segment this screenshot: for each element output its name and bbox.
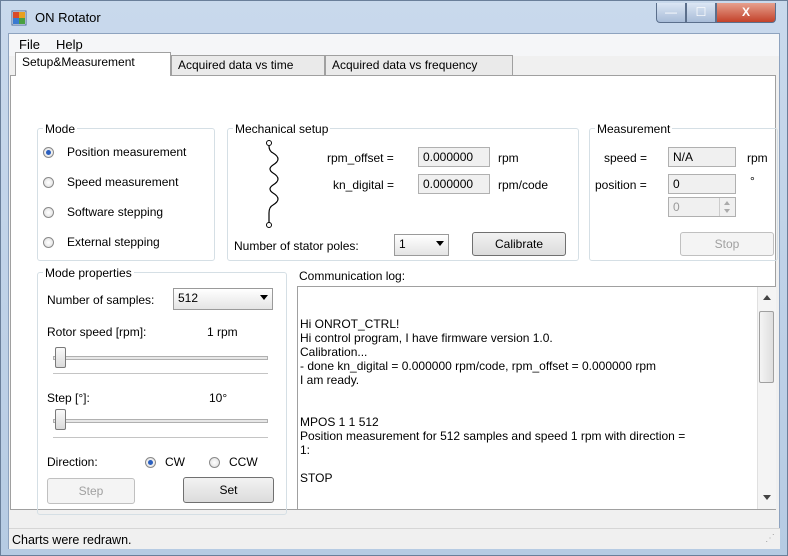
app-icon (11, 10, 27, 26)
spinner-down-icon[interactable] (724, 209, 730, 213)
log-line: Hi ONROT_CTRL! (300, 317, 400, 331)
maximize-button[interactable]: ☐ (686, 3, 716, 23)
spinner-up-icon[interactable] (724, 201, 730, 205)
status-bar: Charts were redrawn. ⋰ (9, 528, 780, 549)
tab-setup-measurement[interactable]: Setup&Measurement (15, 52, 171, 76)
window-title: ON Rotator (35, 10, 101, 25)
speed-field[interactable]: N/A (668, 147, 736, 167)
step-ticks (53, 437, 268, 438)
log-title: Communication log: (299, 269, 406, 283)
kn-digital-label: kn_digital = (333, 178, 395, 192)
stator-poles-label: Number of stator poles: (234, 239, 359, 253)
log-line: Hi control program, I have firmware vers… (300, 331, 553, 345)
radio-label: CCW (229, 455, 258, 469)
kn-digital-unit: rpm/code (498, 178, 549, 192)
radio-label: Software stepping (67, 205, 164, 219)
log-line: STOP (300, 471, 333, 485)
rpm-offset-field[interactable]: 0.000000 (418, 147, 490, 167)
scroll-up-icon[interactable] (763, 295, 771, 300)
step-button[interactable]: Step (47, 478, 135, 504)
rotor-speed-ticks (53, 373, 268, 374)
minimize-button[interactable]: — (656, 3, 686, 23)
set-button[interactable]: Set (183, 477, 274, 503)
radio-label: CW (165, 455, 185, 469)
samples-label: Number of samples: (47, 293, 155, 307)
radio-button[interactable] (43, 207, 54, 218)
tab-acquired-time[interactable]: Acquired data vs time (171, 55, 325, 75)
log-scrollbar[interactable] (757, 287, 776, 509)
log-line: MPOS 1 1 512 (300, 415, 379, 429)
samples-value: 512 (178, 291, 199, 305)
title-bar[interactable]: ON Rotator — ☐ X (1, 1, 787, 33)
radio-button[interactable] (145, 457, 156, 468)
log-line: I am ready. (300, 373, 360, 387)
spinner-arrows[interactable] (719, 198, 736, 216)
step-track[interactable] (53, 419, 268, 423)
step-slider[interactable] (55, 409, 66, 430)
stop-button[interactable]: Stop (680, 232, 774, 256)
samples-dropdown[interactable]: 512 (173, 288, 273, 310)
radio-button[interactable] (43, 237, 54, 248)
menu-file[interactable]: File (19, 37, 40, 52)
speed-label: speed = (604, 151, 648, 165)
tab-acquired-frequency[interactable]: Acquired data vs frequency (325, 55, 513, 75)
rpm-offset-unit: rpm (498, 151, 519, 165)
app-window: ON Rotator — ☐ X File Help Setup&Measure… (0, 0, 788, 556)
radio-button[interactable] (209, 457, 220, 468)
direction-label: Direction: (47, 455, 98, 469)
radio-label: Position measurement (67, 145, 187, 159)
scroll-thumb[interactable] (759, 311, 774, 383)
chevron-down-icon (260, 295, 268, 300)
menu-help[interactable]: Help (56, 37, 83, 52)
mode-properties-title: Mode properties (43, 266, 134, 280)
log-line: Calibration... (300, 345, 368, 359)
chevron-down-icon (436, 241, 444, 246)
rotor-speed-track[interactable] (53, 356, 268, 360)
radio-button[interactable] (43, 147, 54, 158)
position-unit: ° (750, 174, 755, 188)
position-label: position = (595, 178, 647, 192)
position-field[interactable]: 0 (668, 174, 736, 194)
speed-unit: rpm (747, 151, 768, 165)
kn-digital-field[interactable]: 0.000000 (418, 174, 490, 194)
measurement-group-title: Measurement (595, 122, 673, 136)
communication-log[interactable]: Hi ONROT_CTRL! Hi control program, I hav… (297, 286, 776, 510)
step-value: 10° (209, 391, 228, 405)
log-content: Hi ONROT_CTRL! Hi control program, I hav… (300, 317, 685, 485)
radio-label: Speed measurement (67, 175, 179, 189)
status-text: Charts were redrawn. (12, 533, 132, 547)
scroll-down-icon[interactable] (763, 495, 771, 500)
mode-group-title: Mode (43, 122, 78, 136)
radio-label: External stepping (67, 235, 160, 249)
stator-poles-value: 1 (399, 237, 406, 251)
rotor-speed-value: 1 rpm (207, 325, 238, 339)
mechanical-group-title: Mechanical setup (233, 122, 331, 136)
stator-poles-dropdown[interactable]: 1 (394, 234, 449, 256)
log-line: Position measurement for 512 samples and… (300, 429, 686, 443)
radio-button[interactable] (43, 177, 54, 188)
rotor-speed-label: Rotor speed [rpm]: (47, 325, 147, 339)
coil-diagram-icon (266, 140, 279, 228)
log-line: - done kn_digital = 0.000000 rpm/code, r… (300, 359, 657, 373)
rpm-offset-label: rpm_offset = (327, 151, 394, 165)
log-line: 1: (300, 443, 311, 457)
close-button[interactable]: X (716, 3, 776, 23)
rotor-speed-slider[interactable] (55, 347, 66, 368)
resize-grip-icon[interactable]: ⋰ (765, 533, 775, 544)
step-label: Step [°]: (47, 391, 90, 405)
calibrate-button[interactable]: Calibrate (472, 232, 566, 256)
spinner-value: 0 (673, 200, 680, 214)
